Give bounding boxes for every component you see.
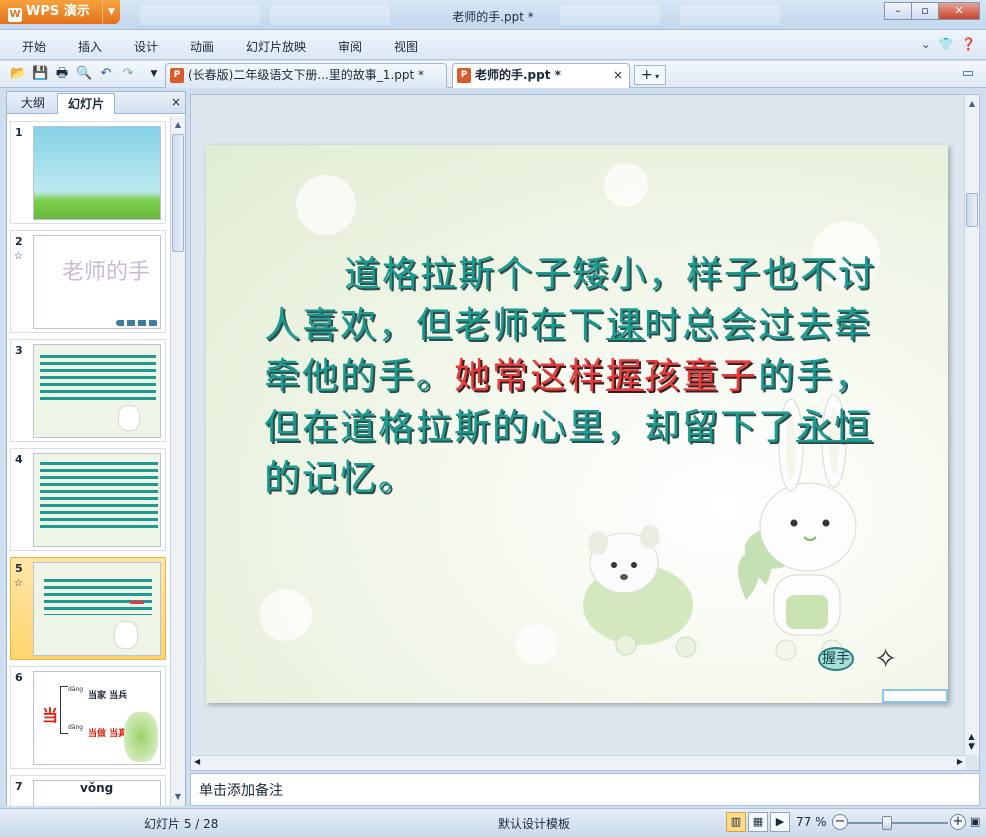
menu-bar: 开始 插入 设计 动画 幻灯片放映 审阅 视图 ⌄ 👕 ❓ [0,30,986,60]
zoom-in-button[interactable]: + [950,814,966,830]
thumbnail-image [33,344,161,438]
rabbit-graphic [114,621,138,649]
scroll-thumb[interactable] [966,193,978,227]
template-name: 默认设计模板 [498,817,571,831]
slide-editor[interactable]: 道格拉斯个子矮小，样子也不讨人喜欢，但老师在下课时总会过去牵牵他的手。她常这样握… [190,94,980,771]
thumbnail-text-lines [40,355,156,401]
print-preview-icon[interactable]: 🔍 [76,66,92,82]
zoom-slider-track[interactable] [848,822,948,824]
thumbnail-image: vǒng [33,780,161,806]
window-list-icon[interactable]: ▭ [960,66,976,82]
undo-icon[interactable]: ↶ [98,66,114,82]
print-icon[interactable]: 🖶 [54,66,70,82]
save-icon[interactable]: 💾 [32,66,48,82]
wps-logo-icon: W [8,8,22,22]
thumbnail-scrollbar[interactable]: ▲ ▼ [170,116,185,806]
background-window-tab [680,5,780,25]
menu-animation[interactable]: 动画 [190,38,214,55]
notes-input[interactable]: 单击添加备注 [190,773,980,806]
highlighted-text: 她常这样握孩童子 [454,356,759,397]
bracket-graphic [60,686,68,734]
thumbnail-image [33,126,161,220]
new-tab-button[interactable]: + ▾ [634,65,666,85]
restore-button[interactable]: ▫ [911,2,939,20]
ribbon-collapse-icon[interactable]: ⌄ [921,37,931,51]
thumbnail-image: 当 dāng 当家 当兵 dāng 当做 当真 [33,671,161,765]
menu-view[interactable]: 视图 [394,38,418,55]
doc-tab-1[interactable]: P (长春版)二年级语文下册...里的故事_1.ppt * [165,63,447,88]
menu-design[interactable]: 设计 [134,38,158,55]
scroll-down-icon[interactable]: ▼ [171,790,185,804]
menu-review[interactable]: 审阅 [338,38,362,55]
animation-star-icon: ☆ [14,251,23,262]
thumbnail-image [33,562,161,656]
thumbnail-list: 1 2 ☆ 老师的手 3 4 5 ☆ 6 当 dāng 当家 当兵 dāng 当… [7,116,170,806]
slide-vertical-scrollbar[interactable]: ▲ ▼ [964,95,979,755]
menu-home[interactable]: 开始 [22,38,46,55]
zoom-slider-handle[interactable] [882,816,892,830]
slide-thumbnail-1[interactable]: 1 [10,121,166,224]
slide-thumbnail-6[interactable]: 6 当 dāng 当家 当兵 dāng 当做 当真 [10,666,166,769]
slide-horizontal-scrollbar[interactable]: ◀ ▶ [191,755,966,770]
nav-buttons-graphic [116,320,158,326]
title-bar: W WPS 演示 ▼ 老师的手.ppt * – ▫ ✕ [0,0,986,30]
tab-slides[interactable]: 幻灯片 [57,93,115,114]
background-window-tab [140,5,260,25]
quick-toolbar: 📂 💾 🖶 🔍 ↶ ↷ ▼ P (长春版)二年级语文下册...里的故事_1.ppt… [0,61,986,88]
customize-toolbar-icon[interactable]: ▼ [146,66,162,82]
slide-thumbnail-7[interactable]: 7 vǒng [10,775,166,806]
tab-close-icon[interactable]: × [613,64,623,87]
thumbnail-text-lines [44,579,152,615]
doc-tab-2[interactable]: P 老师的手.ppt * × [452,63,630,88]
menu-slideshow[interactable]: 幻灯片放映 [246,38,306,55]
slide-thumbnail-4[interactable]: 4 [10,448,166,551]
rabbit-graphic [118,405,140,431]
sparkle-icon: ✧ [874,642,898,675]
background-window-tab [560,5,660,25]
thumbnail-red-text [130,601,144,604]
slideshow-button[interactable]: ▶ [770,812,790,832]
slides-panel: 大纲 幻灯片 × 1 2 ☆ 老师的手 3 4 5 ☆ 6 当 dāng 当家 … [6,91,186,806]
status-bar: 幻灯片 5 / 28 默认设计模板 ▥ ▦ ▶ 77 % − + ▣ [0,808,986,837]
tab-outline[interactable]: 大纲 [11,93,55,114]
redo-icon[interactable]: ↷ [120,66,136,82]
leaf-graphic [124,712,158,762]
normal-view-button[interactable]: ▥ [726,812,746,832]
slide-body-text[interactable]: 道格拉斯个子矮小，样子也不讨人喜欢，但老师在下课时总会过去牵牵他的手。她常这样握… [264,249,904,504]
zoom-level: 77 % [796,815,827,829]
chevron-down-icon[interactable]: ▾ [653,72,659,81]
help-icon[interactable]: ❓ [961,37,976,51]
close-icon[interactable]: × [171,95,181,109]
chevron-down-icon[interactable]: ▼ [102,0,120,24]
menu-insert[interactable]: 插入 [78,38,102,55]
slide-thumbnail-5[interactable]: 5 ☆ [10,557,166,660]
current-slide[interactable]: 道格拉斯个子矮小，样子也不讨人喜欢，但老师在下课时总会过去牵牵他的手。她常这样握… [206,145,948,703]
scroll-up-icon[interactable]: ▲ [171,118,185,132]
slide-thumbnail-3[interactable]: 3 [10,339,166,442]
ppt-file-icon: P [170,68,184,83]
slide-counter: 幻灯片 5 / 28 [144,817,219,831]
animation-star-icon: ☆ [14,578,23,589]
slide-thumbnail-2[interactable]: 2 ☆ 老师的手 [10,230,166,333]
skin-icon[interactable]: 👕 [938,37,953,51]
placeholder-frame[interactable] [882,689,948,703]
woshou-action-button[interactable]: 握手 [818,647,854,671]
scroll-thumb[interactable] [172,134,184,252]
thumbnail-text-lines [40,462,158,528]
scroll-right-icon[interactable]: ▶ [957,757,963,766]
page-nav-icons[interactable]: ▲ ▼ [964,732,979,752]
zoom-out-button[interactable]: − [832,814,848,830]
ppt-file-icon: P [457,68,471,83]
open-icon[interactable]: 📂 [10,66,26,82]
background-window-tab [270,5,390,25]
thumbnail-image: 老师的手 [33,235,161,329]
scroll-left-icon[interactable]: ◀ [194,757,200,766]
close-button[interactable]: ✕ [938,2,980,20]
scroll-up-icon[interactable]: ▲ [965,97,979,111]
thumbnail-image [33,453,161,547]
wps-logo-button[interactable]: W WPS 演示 ▼ [0,0,120,24]
fit-window-icon[interactable]: ▣ [970,815,980,828]
slide-sorter-button[interactable]: ▦ [748,812,768,832]
minimize-button[interactable]: – [884,2,912,20]
